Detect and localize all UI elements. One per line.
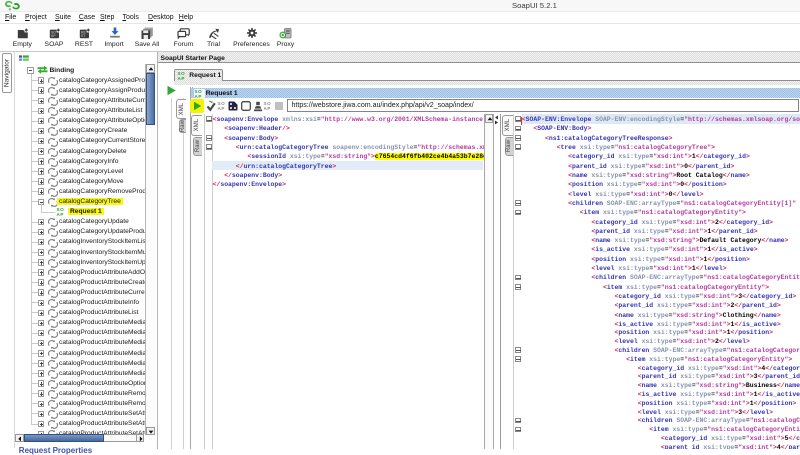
- svg-text:ST: ST: [81, 34, 85, 38]
- svg-text:AP: AP: [217, 106, 224, 111]
- svg-text:AP: AP: [264, 106, 271, 111]
- svg-text:AP: AP: [57, 212, 64, 217]
- svg-text:AP: AP: [51, 34, 56, 38]
